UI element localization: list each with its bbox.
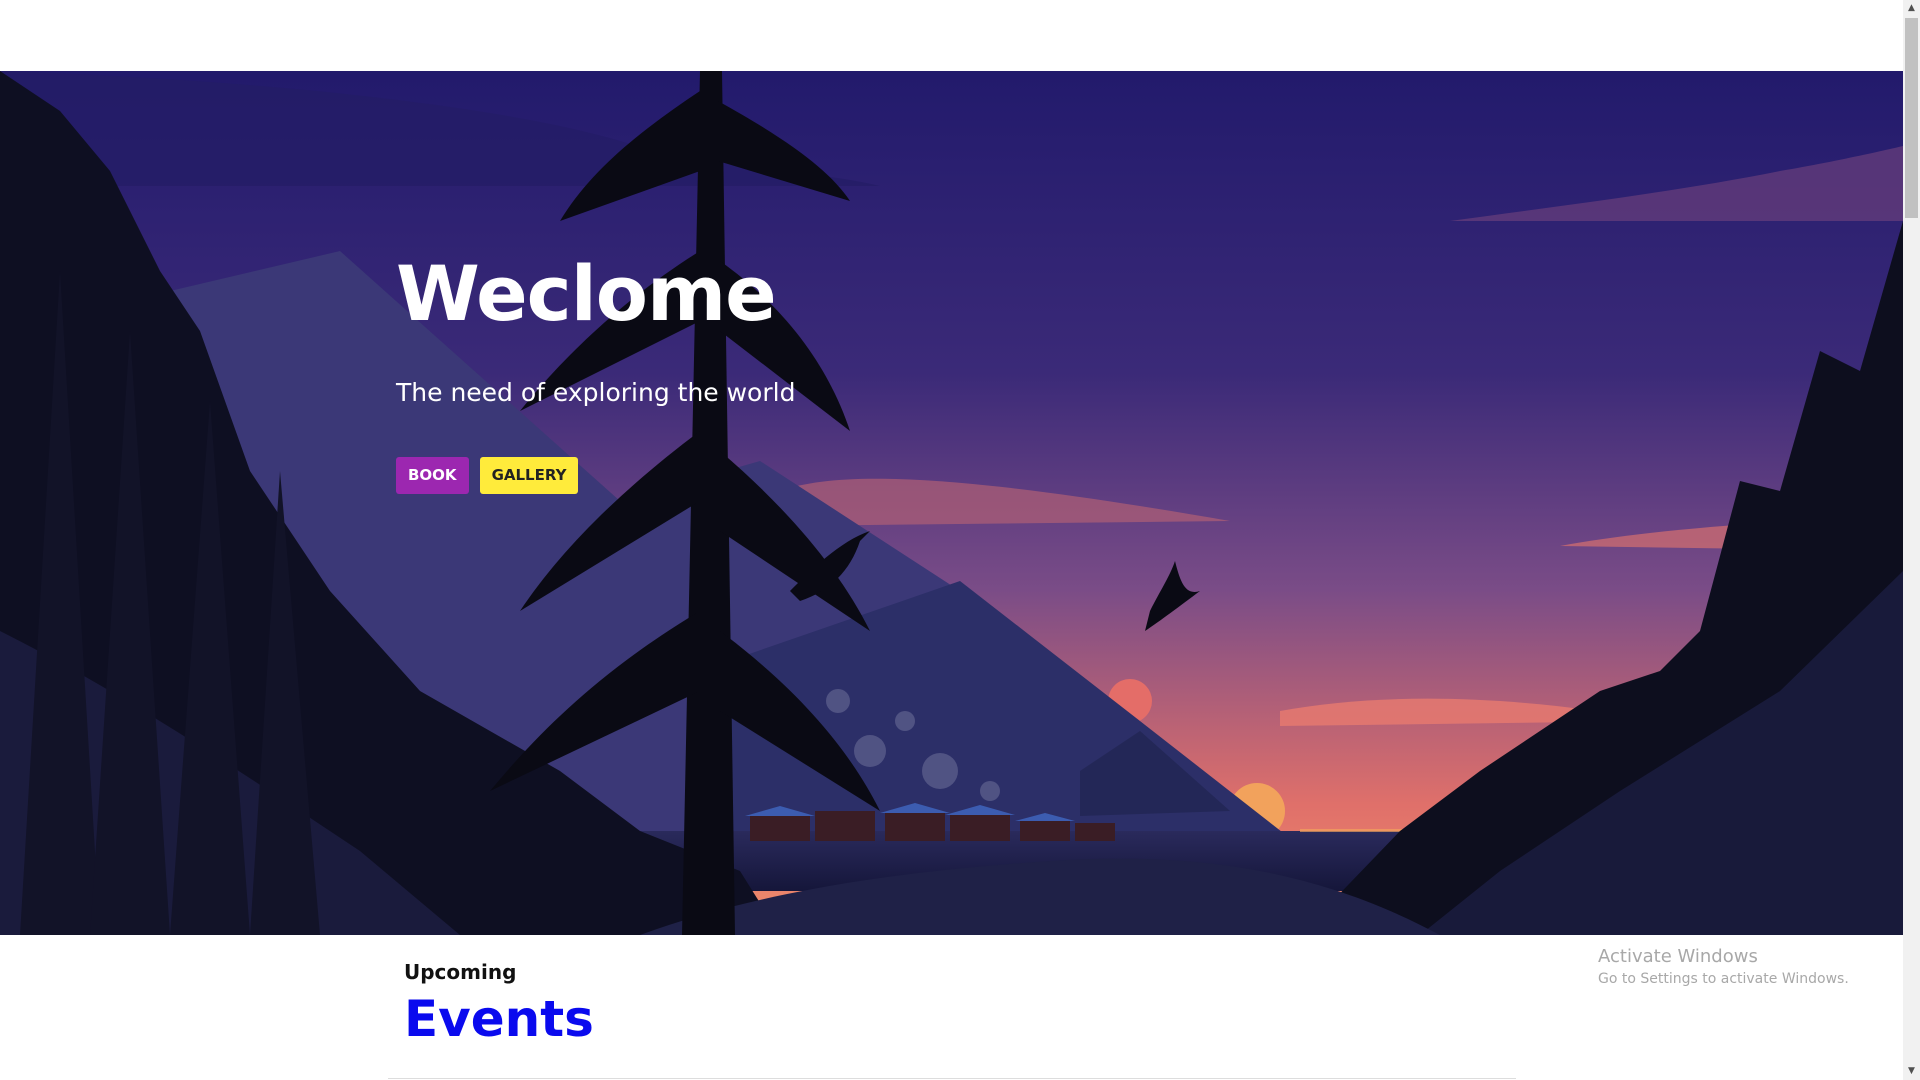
watermark-title: Activate Windows [1598, 946, 1758, 967]
watermark-subtitle: Go to Settings to activate Windows. [1598, 971, 1849, 987]
events-title: Events [404, 990, 594, 1048]
hero-title: Weclome [396, 249, 777, 338]
scroll-down-arrow-icon[interactable]: ▼ [1903, 1063, 1920, 1080]
top-navbar [0, 0, 1903, 71]
hero-button-group: BOOK GALLERY [396, 457, 795, 494]
hero-subtitle: The need of exploring the world [396, 378, 796, 407]
hero-banner: Weclome The need of exploring the world … [0, 71, 1903, 935]
vertical-scrollbar[interactable]: ▲ ▼ [1903, 0, 1920, 1080]
scrollbar-thumb[interactable] [1905, 18, 1918, 218]
windows-activation-watermark: Activate Windows Go to Settings to activ… [1598, 946, 1849, 987]
events-kicker: Upcoming [404, 960, 517, 984]
page: Weclome The need of exploring the world … [0, 0, 1903, 1080]
scroll-up-arrow-icon[interactable]: ▲ [1903, 0, 1920, 17]
book-button[interactable]: BOOK [396, 457, 469, 494]
hero-content: Weclome The need of exploring the world … [396, 256, 795, 494]
upcoming-events-section: Upcoming Events [404, 960, 594, 1044]
section-divider [388, 1078, 1516, 1079]
gallery-button[interactable]: GALLERY [479, 457, 579, 494]
hero-landscape-illustration [0, 71, 1903, 935]
